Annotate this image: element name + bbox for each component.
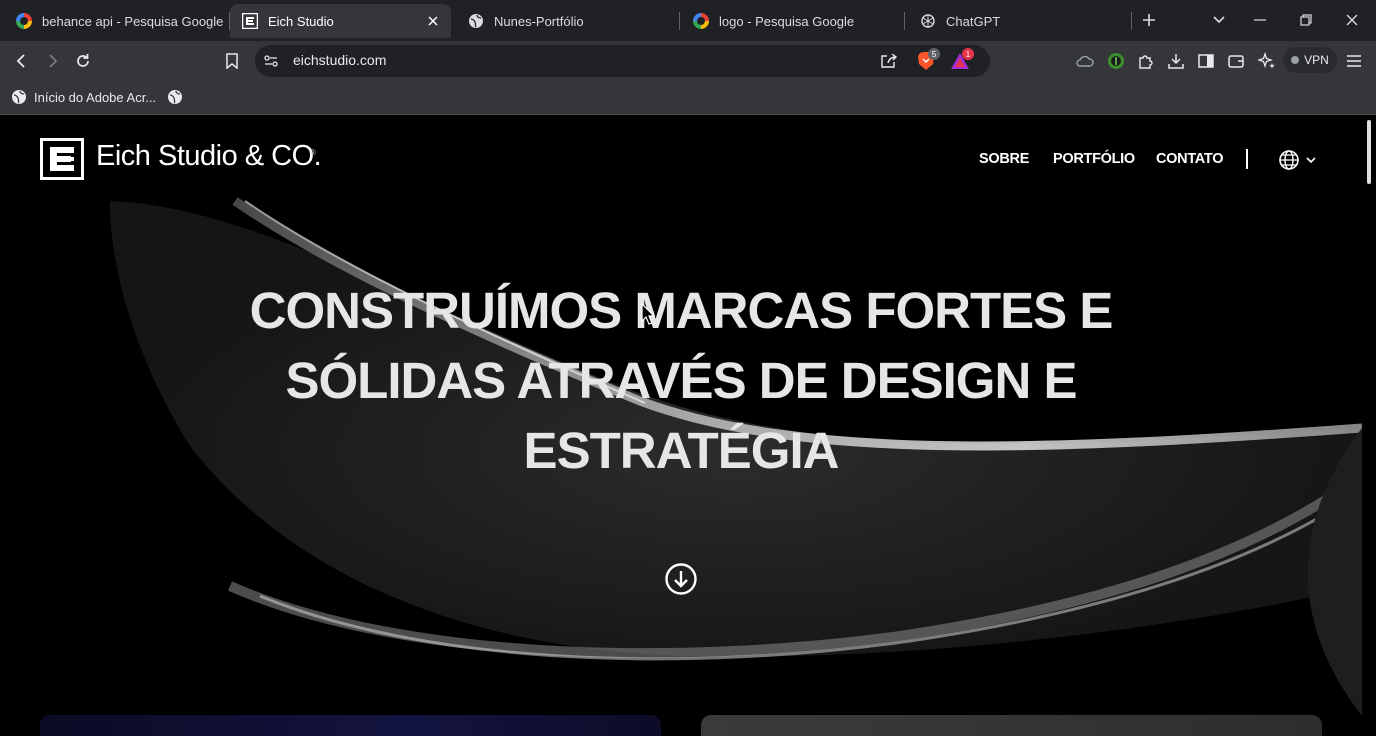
nav-divider [1246, 149, 1248, 169]
google-icon [693, 13, 709, 29]
headline-line-1: CONSTRUÍMOS MARCAS FORTES E [249, 282, 1114, 339]
menu-icon[interactable] [1343, 50, 1365, 72]
nav-portfolio[interactable]: PORTFÓLIO [1053, 151, 1135, 167]
tab-title: ChatGPT [946, 13, 1001, 29]
reload-icon[interactable] [72, 50, 94, 72]
tab-divider [679, 12, 680, 30]
forward-icon[interactable] [41, 50, 63, 72]
language-selector[interactable] [1278, 149, 1320, 171]
tab-divider [1131, 12, 1132, 30]
globe-icon [468, 13, 484, 29]
tab-search-chevron-icon[interactable] [1209, 10, 1229, 30]
nav-sobre[interactable]: SOBRE [979, 151, 1029, 167]
vpn-button[interactable]: VPN [1283, 47, 1337, 73]
eich-studio-icon [242, 13, 258, 29]
bookmarks-bar [0, 81, 1376, 115]
chevron-down-icon [1306, 157, 1316, 164]
mouse-cursor-icon [641, 303, 655, 325]
tab-logo-search[interactable]: logo - Pesquisa Google [681, 4, 903, 38]
close-tab-icon[interactable] [425, 13, 441, 29]
tab-nunes-portfolio[interactable]: Nunes-Portfólio [456, 4, 678, 38]
nav-contato[interactable]: CONTATO [1156, 151, 1223, 167]
bookmark-adobe[interactable]: Início do Adobe Acr... [11, 87, 156, 107]
eich-logo-icon[interactable] [40, 138, 84, 180]
back-icon[interactable] [11, 50, 33, 72]
close-window-icon[interactable] [1342, 10, 1362, 30]
tab-title: Nunes-Portfólio [494, 13, 584, 29]
vpn-status-icon [1291, 56, 1300, 64]
bookmark-label: Início do Adobe Acr... [34, 89, 157, 105]
leo-ai-icon[interactable] [1256, 50, 1278, 72]
globe-icon [11, 89, 27, 105]
headline-line-2: SÓLIDAS ATRAVÉS DE DESIGN E [285, 352, 1078, 409]
scroll-down-icon[interactable] [664, 562, 698, 596]
page-scrollbar[interactable] [1362, 116, 1376, 736]
cloud-extension-icon[interactable] [1074, 50, 1096, 72]
site-settings-icon[interactable] [260, 50, 282, 72]
shield-count-badge: 5 [928, 48, 940, 60]
headline-line-3: ESTRATÉGIA [523, 422, 840, 479]
logo-text[interactable]: Eich Studio & CO. [96, 140, 322, 173]
tab-title: behance api - Pesquisa Google [42, 13, 224, 29]
downloads-icon[interactable] [1165, 50, 1187, 72]
globe-icon [1279, 150, 1299, 170]
registered-mark: ® [310, 148, 316, 157]
extensions-icon[interactable] [1135, 50, 1157, 72]
google-icon [16, 13, 32, 29]
wallet-icon[interactable] [1225, 50, 1247, 72]
portfolio-card-1[interactable] [40, 715, 661, 736]
site-header: Eich Studio & CO. ® SOBRE PORTFÓLIO CONT… [0, 116, 1362, 201]
scrollbar-thumb[interactable] [1367, 120, 1371, 184]
tab-eich-studio[interactable]: Eich Studio [230, 4, 451, 38]
new-tab-icon[interactable] [1139, 10, 1159, 30]
tab-title: logo - Pesquisa Google [719, 13, 855, 29]
bookmark-icon[interactable] [221, 50, 243, 72]
tab-chatgpt[interactable]: ChatGPT [908, 4, 1130, 38]
money-extension-icon[interactable] [1105, 50, 1127, 72]
bookmark-globe[interactable] [167, 87, 183, 107]
share-icon[interactable] [878, 50, 900, 72]
sidebar-icon[interactable] [1195, 50, 1217, 72]
tab-behance-api[interactable]: behance api - Pesquisa Google [4, 4, 226, 38]
webpage: Eich Studio & CO. ® SOBRE PORTFÓLIO CONT… [0, 116, 1362, 736]
globe-icon [167, 89, 183, 105]
restore-icon[interactable] [1296, 10, 1316, 30]
tab-divider [904, 12, 905, 30]
vpn-label: VPN [1304, 53, 1329, 67]
chatgpt-icon [920, 13, 936, 29]
url-text[interactable]: eichstudio.com [293, 52, 386, 68]
portfolio-card-2[interactable] [701, 715, 1322, 736]
rewards-count-badge: 1 [962, 48, 974, 60]
tab-title: Eich Studio [268, 13, 334, 29]
hero-headline: CONSTRUÍMOS MARCAS FORTES E SÓLIDAS ATRA… [231, 276, 1131, 486]
minimize-icon[interactable] [1250, 10, 1270, 30]
